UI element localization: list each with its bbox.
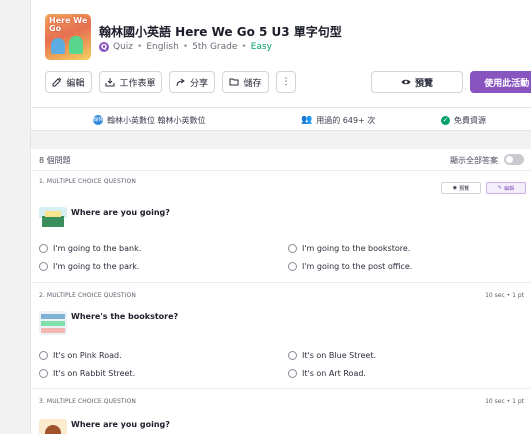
share-icon xyxy=(176,78,185,87)
question-time-points: 10 sec • 1 pt xyxy=(485,398,524,405)
question-card-2: 2. MULTIPLE CHOICE QUESTION 10 sec • 1 p… xyxy=(31,285,531,389)
question-type: 2. MULTIPLE CHOICE QUESTION xyxy=(39,292,136,299)
answer-option: It's on Rabbit Street. xyxy=(39,369,135,378)
more-icon: ⋮ xyxy=(281,77,291,87)
answer-option: I'm going to the bookstore. xyxy=(288,244,410,253)
answer-option: It's on Blue Street. xyxy=(288,351,376,360)
eye-icon xyxy=(401,79,411,85)
answer-option: I'm going to the post office. xyxy=(288,262,412,271)
activity-type: Quiz xyxy=(113,42,134,52)
show-answers-toggle[interactable] xyxy=(504,154,524,165)
question-type: 1. MULTIPLE CHOICE QUESTION xyxy=(39,178,136,185)
played-count: 👥 用過的 649+ 次 xyxy=(301,115,376,125)
section-divider xyxy=(31,131,531,149)
cover-title: Here We Go xyxy=(49,16,88,33)
difficulty-label: Easy xyxy=(250,42,272,52)
question-text: Where are you going? xyxy=(71,420,170,429)
answer-option: It's on Art Road. xyxy=(288,369,366,378)
show-answers-label: 顯示全部答案 xyxy=(450,156,498,165)
question-image xyxy=(39,419,67,434)
quiz-icon: Q xyxy=(99,42,109,52)
use-activity-button[interactable]: 使用此活動 → xyxy=(470,71,531,93)
more-options-button[interactable]: ⋮ xyxy=(276,71,296,93)
question-text: Where's the bookstore? xyxy=(71,312,179,321)
share-button[interactable]: 分享 xyxy=(169,71,215,93)
activity-subject: English xyxy=(146,42,179,52)
answer-option: I'm going to the park. xyxy=(39,262,139,271)
free-resource: ✓ 免費資源 xyxy=(441,115,486,125)
users-icon: 👥 xyxy=(301,115,313,125)
pencil-icon: ✎ xyxy=(497,185,503,191)
edit-icon xyxy=(52,77,62,87)
activity-info-bar: 翰林 翰林小英數位 翰林小英數位 👥 用過的 649+ 次 ✓ 免費資源 xyxy=(31,107,531,131)
answer-option: It's on Pink Road. xyxy=(39,351,122,360)
edit-button[interactable]: 編輯 xyxy=(45,71,92,93)
answer-option: I'm going to the bank. xyxy=(39,244,141,253)
owner-avatar: 翰林 xyxy=(93,115,104,125)
folder-icon xyxy=(229,78,239,86)
question-text: Where are you going? xyxy=(71,208,170,217)
questions-header: 8 個問題 顯示全部答案 xyxy=(31,149,531,171)
print-icon xyxy=(105,78,115,87)
eye-icon: ◉ xyxy=(452,185,458,191)
worksheet-button[interactable]: 工作表單 xyxy=(99,71,162,93)
activity-grade: 5th Grade xyxy=(192,42,238,52)
owner-name: 翰林小英數位 翰林小英數位 xyxy=(107,115,206,125)
question-time-points: 10 sec • 1 pt xyxy=(485,292,524,299)
question-count: 8 個問題 xyxy=(39,156,71,165)
question-image xyxy=(39,207,67,231)
check-icon: ✓ xyxy=(441,115,450,125)
activity-title: 翰林國小英語 Here We Go 5 U3 單字句型 xyxy=(99,25,342,39)
question-image xyxy=(39,311,67,335)
question-card-3: 3. MULTIPLE CHOICE QUESTION 10 sec • 1 p… xyxy=(31,391,531,434)
question-edit-button[interactable]: ✎ 編輯 xyxy=(486,182,526,194)
question-preview-button[interactable]: ◉ 預覽 xyxy=(441,182,481,194)
preview-button[interactable]: 預覽 xyxy=(371,71,463,93)
activity-page: Here We Go 翰林國小英語 Here We Go 5 U3 單字句型 Q… xyxy=(30,0,531,434)
question-card-1: 1. MULTIPLE CHOICE QUESTION ◉ 預覽 ✎ 編輯 Wh… xyxy=(31,171,531,283)
save-button[interactable]: 儲存 xyxy=(222,71,269,93)
activity-meta: Q Quiz • English • 5th Grade • Easy xyxy=(99,42,272,52)
question-type: 3. MULTIPLE CHOICE QUESTION xyxy=(39,398,136,405)
activity-cover-image: Here We Go xyxy=(45,14,91,60)
owner-info[interactable]: 翰林 翰林小英數位 翰林小英數位 xyxy=(93,108,206,132)
